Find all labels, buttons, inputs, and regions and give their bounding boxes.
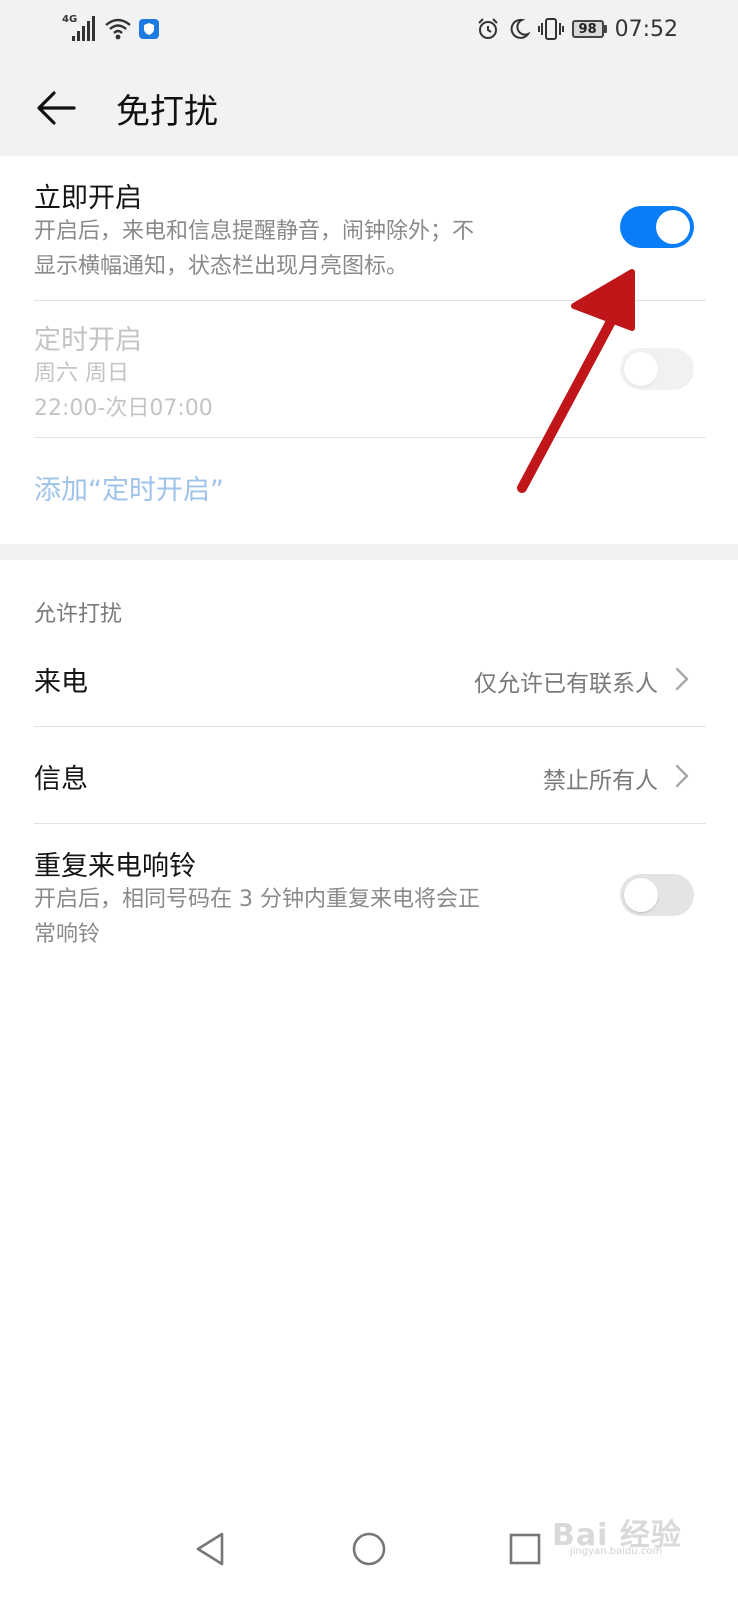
battery-icon: 98	[571, 20, 607, 38]
nav-back-triangle-icon[interactable]	[186, 1524, 236, 1574]
divider	[34, 823, 706, 824]
chevron-right-icon	[675, 667, 689, 691]
status-bar: 4G 98 07:52	[0, 0, 738, 58]
section-gap	[0, 544, 738, 560]
messages-label: 信息	[34, 764, 88, 795]
immediate-toggle[interactable]	[620, 206, 694, 248]
moon-icon	[510, 18, 530, 39]
immediate-description-1: 开启后，来电和信息提醒静音，闹钟除外；不	[34, 219, 475, 244]
divider	[34, 726, 706, 727]
scheduled-title: 定时开启	[34, 325, 142, 356]
annotation-arrow	[517, 269, 635, 493]
baidu-watermark: Bai 经验 jingyan.baidu.com	[552, 1500, 702, 1562]
cellular-signal-icon: 4G	[62, 14, 98, 42]
nav-home-circle-icon[interactable]	[344, 1524, 394, 1574]
chevron-right-icon	[675, 764, 689, 788]
messages-value: 禁止所有人	[543, 768, 658, 794]
security-shield-icon	[139, 19, 159, 39]
back-arrow-icon	[37, 91, 76, 125]
page-title: 免打扰	[116, 92, 218, 132]
immediate-title: 立即开启	[34, 183, 142, 214]
watermark-sub: jingyan.baidu.com	[570, 1546, 663, 1557]
add-schedule-link[interactable]: 添加“定时开启”	[34, 468, 224, 507]
calls-label: 来电	[34, 667, 88, 698]
immediate-description-2: 显示横幅通知，状态栏出现月亮图标。	[34, 254, 409, 279]
vibrate-icon	[537, 18, 564, 40]
repeat-calls-title: 重复来电响铃	[34, 851, 196, 882]
scheduled-time-range: 22:00-次日07:00	[34, 396, 213, 421]
network-type-label: 4G	[62, 14, 78, 25]
repeat-calls-description-2: 常响铃	[34, 922, 101, 947]
calls-value: 仅允许已有联系人	[474, 671, 658, 697]
allow-section-header: 允许打扰	[34, 602, 123, 627]
wifi-icon	[105, 18, 131, 40]
repeat-calls-description-1: 开启后，相同号码在 3 分钟内重复来电将会正	[34, 887, 480, 912]
repeat-calls-toggle[interactable]	[620, 874, 694, 916]
app-header: 免打扰	[0, 58, 738, 156]
scheduled-days: 周六 周日	[34, 361, 129, 386]
nav-recents-square-icon[interactable]	[500, 1524, 550, 1574]
back-button[interactable]	[34, 86, 78, 130]
status-time: 07:52	[614, 16, 678, 42]
battery-level: 98	[571, 20, 604, 38]
alarm-icon	[477, 18, 498, 39]
